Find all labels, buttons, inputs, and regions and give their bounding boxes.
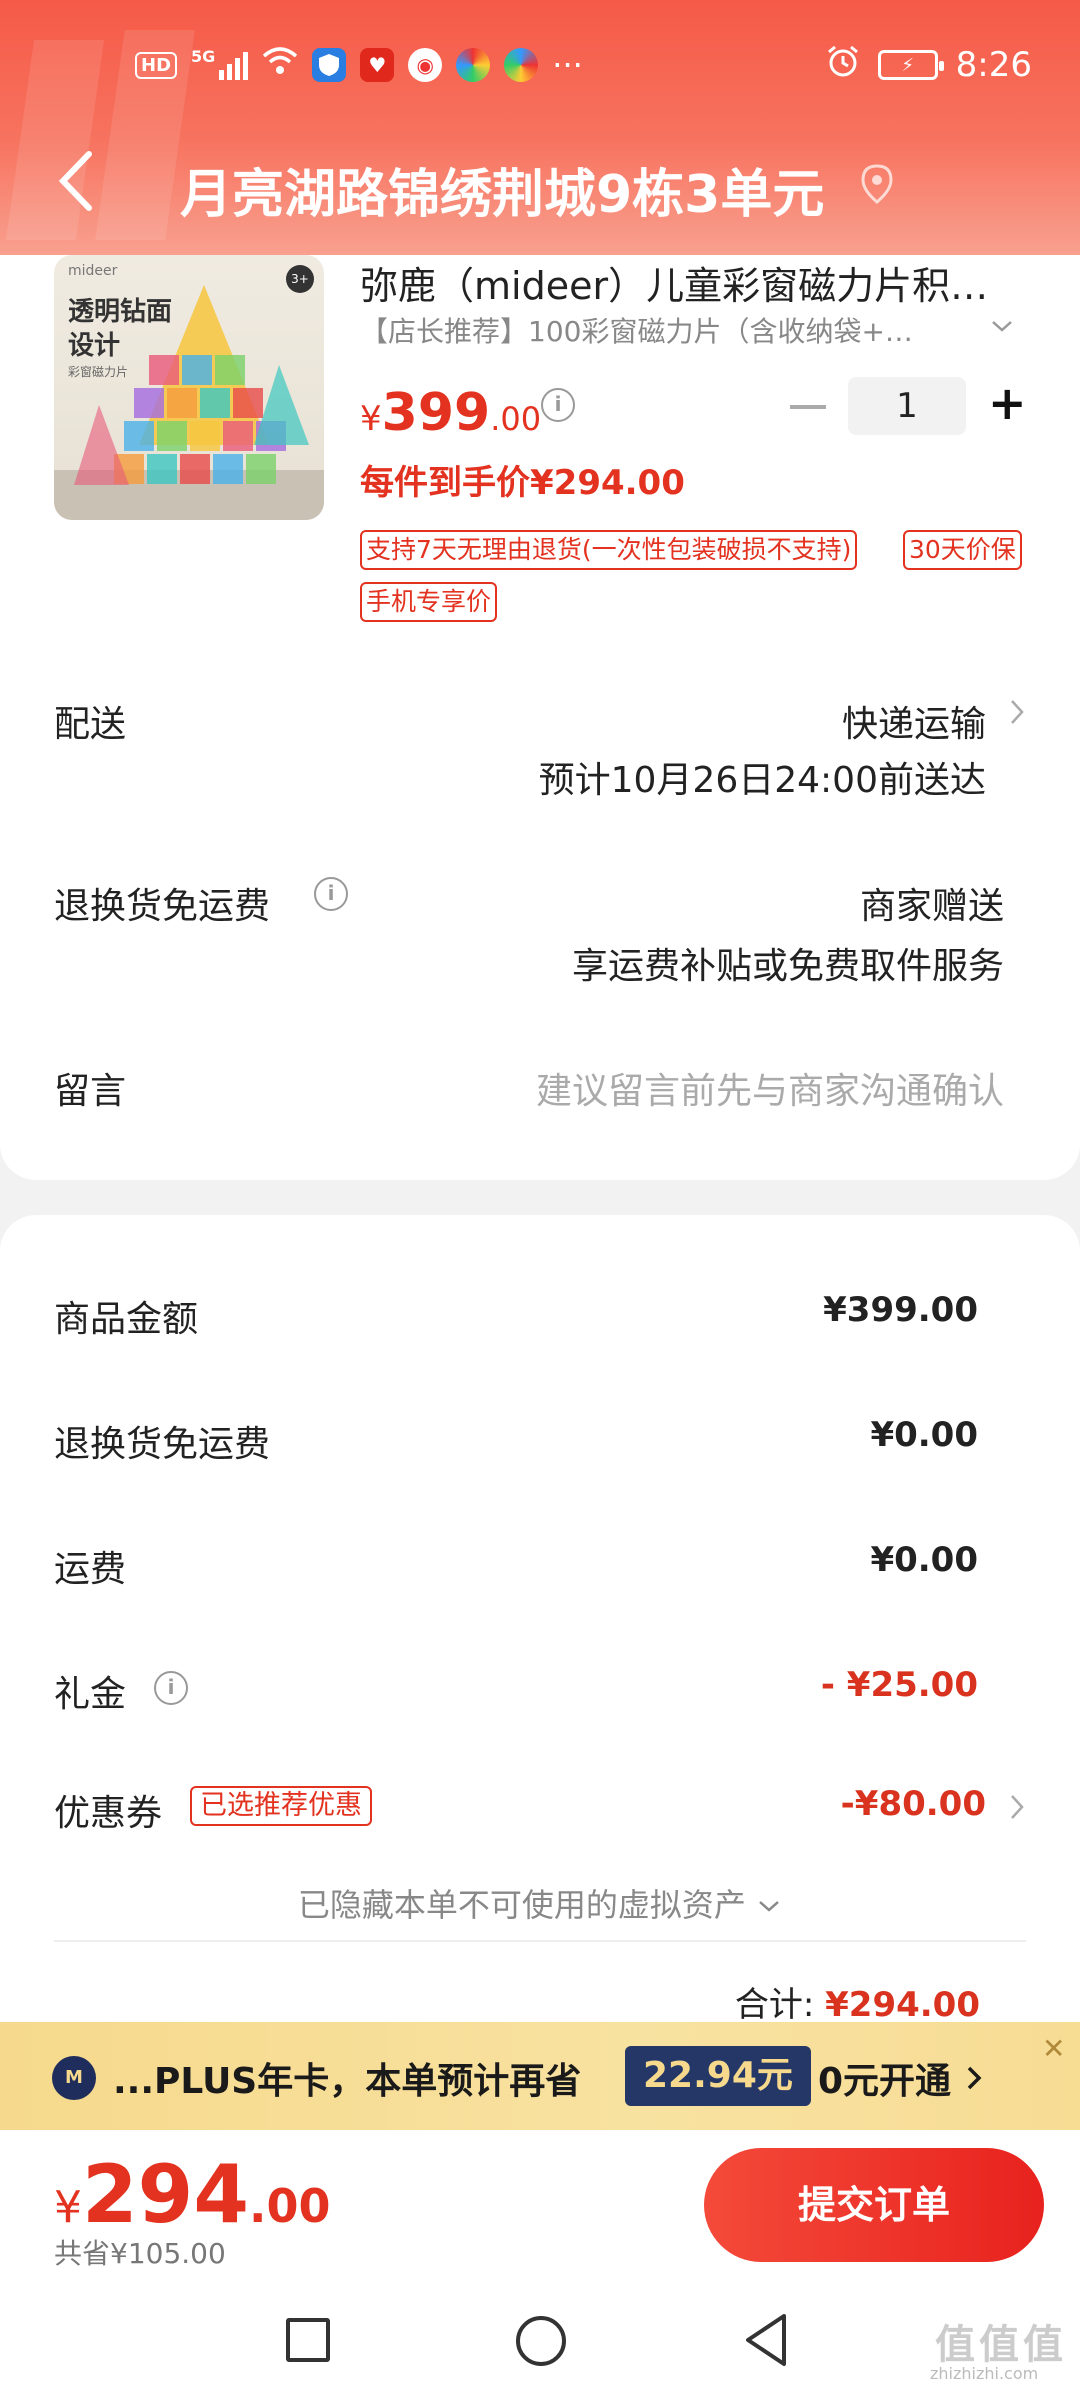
- summary-row-shipping: 运费 ¥0.00: [54, 1540, 978, 1600]
- hidden-assets-toggle[interactable]: 已隐藏本单不可使用的虚拟资产: [0, 1880, 1080, 1926]
- thumb-age-badge: 3+: [286, 265, 314, 293]
- delivery-label: 配送: [54, 704, 127, 745]
- chevron-down-icon: [759, 1901, 779, 1912]
- chevron-right-icon: [967, 2066, 982, 2090]
- summary-row-gift-money[interactable]: 礼金 i - ¥25.00: [54, 1665, 978, 1725]
- return-shipping-fee-label: 退换货免运费: [54, 1424, 271, 1465]
- chevron-right-icon: [1008, 695, 1026, 738]
- price-info-icon[interactable]: i: [541, 388, 575, 422]
- alarm-icon: [826, 44, 860, 86]
- location-pin-icon[interactable]: [860, 164, 894, 208]
- summary-row-return-shipping: 退换货免运费 ¥0.00: [54, 1415, 978, 1475]
- divider: [54, 1940, 1026, 1942]
- increase-quantity-button[interactable]: +: [988, 373, 1028, 433]
- signal-icon: [219, 50, 249, 80]
- hidden-assets-text: 已隐藏本单不可使用的虚拟资产: [297, 1886, 746, 1924]
- delivery-row[interactable]: 配送 快递运输 预计10月26日24:00前送达: [54, 695, 1026, 805]
- nav-bar: 月亮湖路锦绣荆城9栋3单元: [0, 140, 1080, 230]
- chevron-down-icon[interactable]: [990, 310, 1014, 343]
- gift-money-label: 礼金: [54, 1674, 127, 1715]
- return-shipping-row: 退换货免运费 i 商家赠送 享运费补贴或免费取件服务: [54, 877, 1026, 987]
- watermark-url: zhizhizhi.com: [930, 2364, 1039, 2383]
- return-shipping-value: 商家赠送: [859, 886, 1004, 927]
- coupon-selected-tag: 已选推荐优惠: [190, 1786, 372, 1826]
- decrease-quantity-button[interactable]: [790, 405, 826, 409]
- thumb-brand: mideer: [68, 263, 118, 279]
- goods-amount-value: ¥399.00: [823, 1290, 978, 1330]
- message-label: 留言: [54, 1071, 127, 1112]
- coupon-value: -¥80.00: [840, 1784, 986, 1824]
- total-value: ¥294.00: [825, 1985, 980, 2025]
- status-bar: HD 5G ♥ ◉ ··· ⚡ 8:26: [0, 40, 1080, 90]
- total-saved: 共省¥105.00: [54, 2237, 226, 2270]
- plus-promo-text: ...PLUS年卡，本单预计再省: [113, 2061, 582, 2102]
- heart-app-icon: ♥: [360, 48, 395, 82]
- battery-icon: ⚡: [877, 50, 944, 80]
- coupon-label: 优惠券: [54, 1793, 163, 1834]
- chevron-right-icon: [1008, 1790, 1026, 1833]
- summary-row-goods: 商品金额 ¥399.00: [54, 1290, 978, 1350]
- message-input[interactable]: 建议留言前先与商家沟通确认: [536, 1062, 1004, 1114]
- back-button[interactable]: [740, 2310, 790, 2374]
- gift-money-value: - ¥25.00: [820, 1665, 978, 1705]
- product-spec[interactable]: 【店长推荐】100彩窗磁力片（含收纳袋+…: [360, 310, 960, 350]
- plus-activate-label: 0元开通: [818, 2061, 952, 2102]
- total-label: 合计:: [734, 1985, 815, 2025]
- shipping-fee-value: ¥0.00: [870, 1540, 978, 1580]
- summary-row-coupon[interactable]: 优惠券 已选推荐优惠 -¥80.00: [54, 1784, 1026, 1844]
- delivery-method: 快递运输: [841, 704, 986, 745]
- colorful-app-icon: [456, 48, 491, 82]
- price-integer: 399: [381, 383, 491, 443]
- hd-indicator: HD: [135, 51, 178, 79]
- close-icon[interactable]: ✕: [1042, 2032, 1065, 2065]
- payable-symbol: ¥: [54, 2182, 82, 2233]
- return-policy-tag: 支持7天无理由退货(一次性包装破损不支持): [360, 530, 858, 570]
- message-row[interactable]: 留言 建议留言前先与商家沟通确认: [54, 1062, 1026, 1122]
- return-shipping-info-icon[interactable]: i: [314, 877, 348, 911]
- plus-savings-badge: 22.94元: [625, 2046, 811, 2106]
- recents-button[interactable]: [286, 2318, 330, 2362]
- goods-amount-label: 商品金额: [54, 1299, 199, 1340]
- plus-crown-icon: M: [52, 2056, 96, 2100]
- clock: 8:26: [955, 45, 1032, 85]
- product-thumbnail[interactable]: mideer 3+ 透明钻面设计 彩窗磁力片: [54, 255, 324, 520]
- price-protect-tag: 30天价保: [903, 530, 1022, 570]
- payable-integer: 294: [82, 2148, 249, 2241]
- mobile-price-tag: 手机专享价: [360, 582, 498, 622]
- home-button[interactable]: [516, 2316, 566, 2366]
- final-unit-price: 每件到手价¥294.00: [360, 463, 685, 503]
- return-shipping-desc: 享运费补贴或免费取件服务: [571, 946, 1004, 987]
- system-nav-bar: 值值值 zhizhizhi.com: [0, 2280, 1080, 2400]
- thumb-subtitle: 彩窗磁力片: [68, 365, 129, 379]
- plus-membership-banner[interactable]: M ...PLUS年卡，本单预计再省 22.94元 0元开通 ✕: [0, 2022, 1080, 2130]
- ball-app-icon: ◉: [408, 48, 443, 82]
- price-decimal: .00: [490, 400, 542, 438]
- header: HD 5G ♥ ◉ ··· ⚡ 8:26 月亮湖路锦绣荆城9栋3单元: [0, 0, 1080, 255]
- quantity-field[interactable]: 1: [848, 377, 966, 435]
- plus-activate-link[interactable]: 0元开通: [818, 2052, 984, 2104]
- order-total: 合计: ¥294.00: [735, 1977, 980, 2026]
- delivery-eta: 预计10月26日24:00前送达: [538, 760, 986, 801]
- return-shipping-label: 退换货免运费: [54, 886, 271, 927]
- order-card: mideer 3+ 透明钻面设计 彩窗磁力片 弥鹿（mideer）儿童彩窗磁力片…: [0, 255, 1080, 1180]
- thumb-title: 透明钻面设计: [68, 297, 173, 361]
- shipping-fee-label: 运费: [54, 1549, 127, 1590]
- payable-amount: ¥294.00: [54, 2148, 331, 2241]
- product-title[interactable]: 弥鹿（mideer）儿童彩窗磁力片积…: [360, 255, 1000, 310]
- more-notifications-icon: ···: [552, 46, 583, 84]
- network-type: 5G: [191, 46, 216, 66]
- delivery-address[interactable]: 月亮湖路锦绣荆城9栋3单元: [180, 152, 824, 227]
- checkout-bar: ¥294.00 共省¥105.00 提交订单: [0, 2130, 1080, 2280]
- back-icon[interactable]: [55, 148, 115, 218]
- watermark: 值值值: [935, 2322, 1067, 2368]
- product-price: ¥399.00: [360, 383, 541, 443]
- submit-order-button[interactable]: 提交订单: [704, 2148, 1044, 2262]
- price-symbol: ¥: [360, 399, 382, 439]
- payable-decimal: .00: [249, 2179, 331, 2233]
- return-shipping-fee-value: ¥0.00: [870, 1415, 978, 1455]
- colorful-app-icon-2: [504, 48, 539, 82]
- shield-app-icon: [312, 48, 347, 82]
- gift-money-info-icon[interactable]: i: [154, 1671, 188, 1705]
- wifi-icon: [262, 46, 298, 84]
